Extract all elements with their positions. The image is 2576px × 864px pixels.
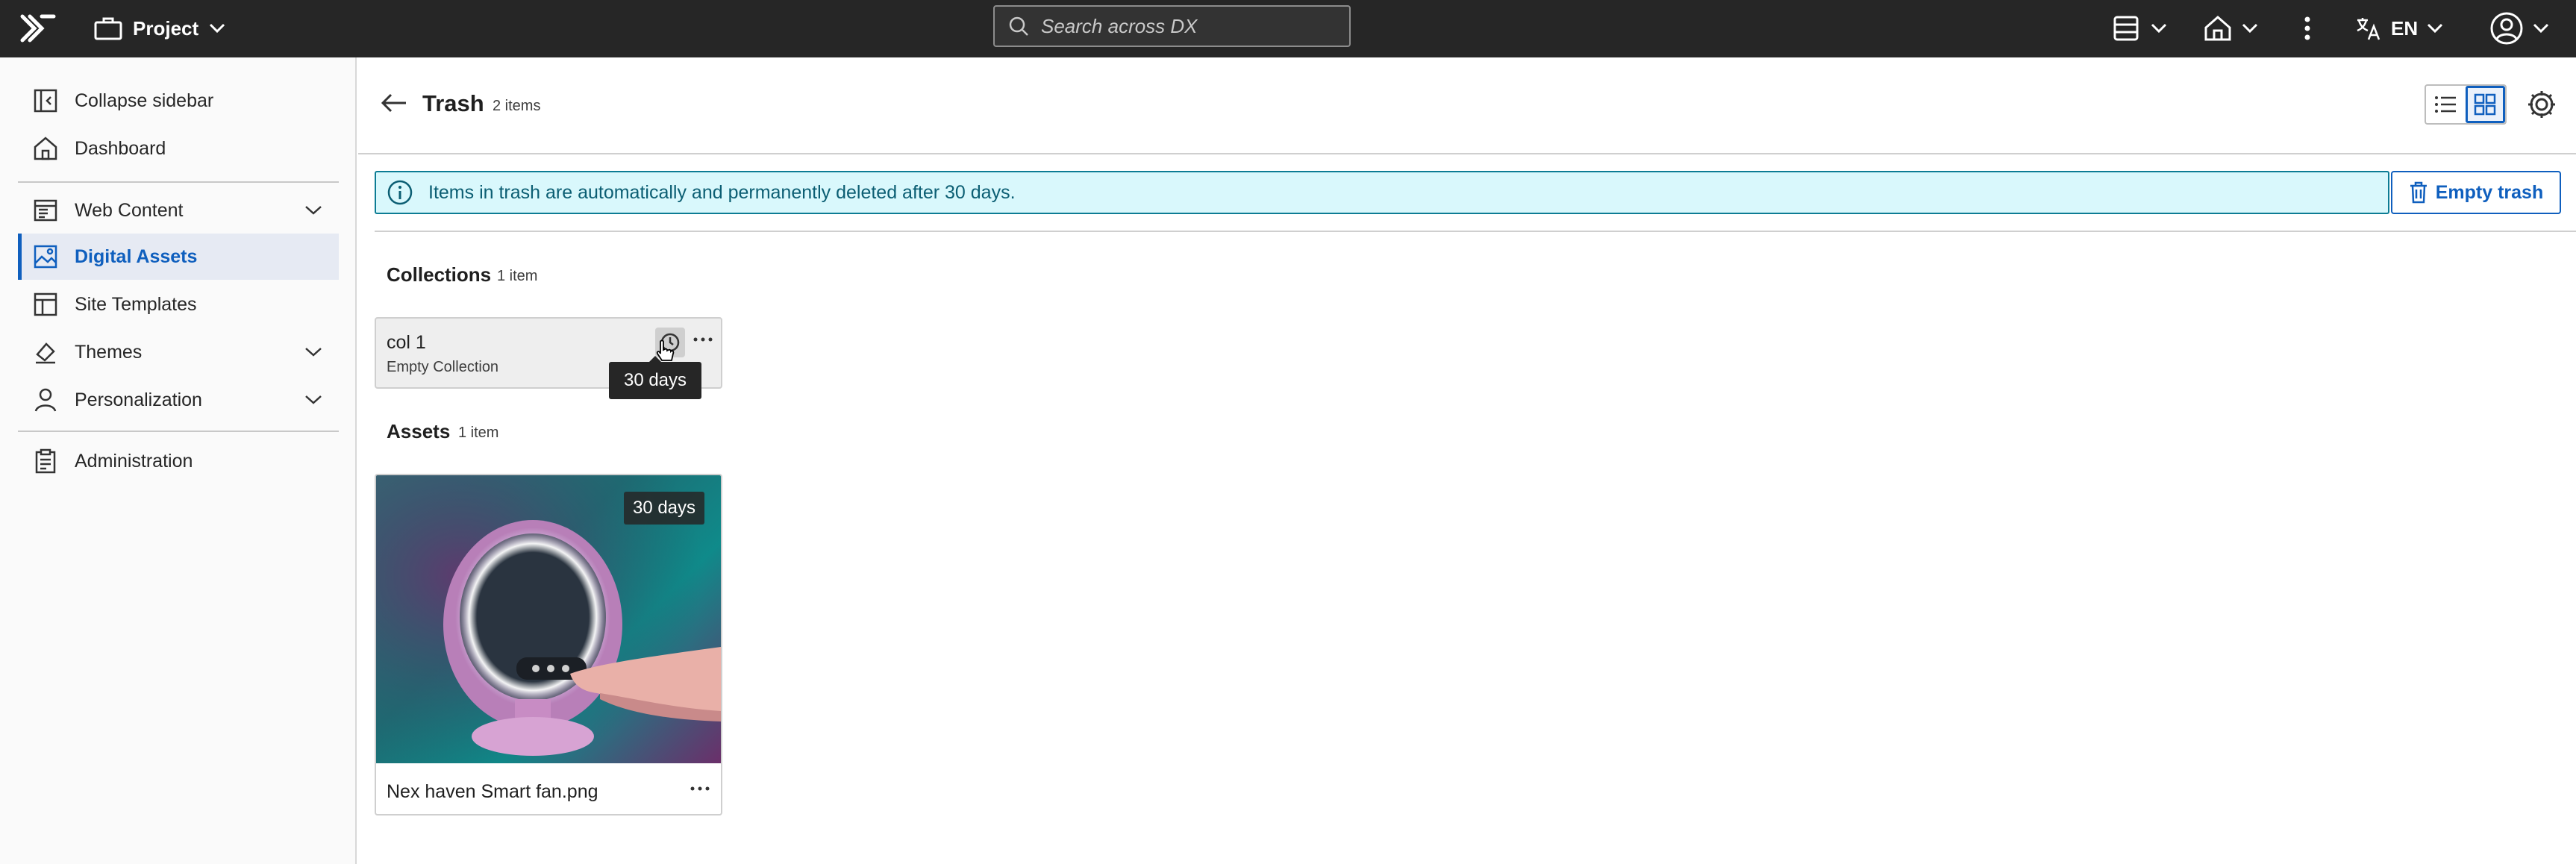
translate-icon [2357, 18, 2380, 40]
top-bar: Project Search across DX EN [0, 0, 2576, 57]
sidebar-item-personalization[interactable]: Personalization [18, 377, 339, 423]
banner-message: Items in trash are automatically and per… [428, 181, 1016, 203]
sidebar-item-web-content[interactable]: Web Content [18, 187, 339, 234]
chevron-down-icon [305, 395, 322, 404]
web-content-icon [34, 199, 57, 222]
collapse-sidebar-icon [34, 89, 57, 113]
list-view-button[interactable] [2426, 86, 2466, 123]
chevron-down-icon [2242, 23, 2258, 34]
sidebar-item-label: Collapse sidebar [75, 90, 214, 111]
briefcase-icon [94, 17, 122, 40]
collection-name: col 1 [387, 332, 426, 353]
assets-count: 1 item [458, 425, 499, 441]
header-divider [358, 153, 2576, 154]
info-banner: Items in trash are automatically and per… [375, 171, 2389, 214]
back-arrow-icon[interactable] [381, 92, 407, 114]
language-label: EN [2391, 16, 2419, 40]
chevron-down-icon [2151, 23, 2167, 34]
gear-icon[interactable] [2526, 89, 2557, 120]
grid-icon [2475, 93, 2496, 116]
asset-name: Nex haven Smart fan.png [387, 781, 598, 802]
sidebar-item-collapse[interactable]: Collapse sidebar [18, 78, 339, 124]
user-avatar-icon [2490, 12, 2523, 45]
page-title: Trash [422, 90, 484, 116]
chevron-down-icon [210, 23, 225, 34]
sidebar-divider [18, 181, 339, 183]
kebab-menu-icon [2304, 16, 2310, 40]
search-input[interactable]: Search across DX [993, 5, 1351, 47]
home-icon [34, 137, 57, 160]
project-selector[interactable]: Project [94, 10, 225, 46]
sidebar-item-label: Dashboard [75, 137, 166, 159]
expiry-tooltip: 30 days [609, 356, 701, 399]
clipboard-icon [35, 448, 56, 474]
person-icon [34, 388, 57, 412]
sidebar-item-site-templates[interactable]: Site Templates [18, 281, 339, 328]
sidebar: Collapse sidebar Dashboard Web Content D… [0, 57, 357, 864]
sidebar-item-label: Site Templates [75, 293, 197, 315]
more-options-button[interactable] [2298, 9, 2316, 48]
dx-logo-icon[interactable] [19, 10, 57, 46]
sidebar-divider [18, 431, 339, 432]
asset-card[interactable]: 30 days Nex haven Smart fan.png [375, 474, 722, 816]
chevron-down-icon [2427, 23, 2443, 34]
home-menu-button[interactable] [2203, 9, 2258, 48]
empty-trash-label: Empty trash [2435, 181, 2544, 203]
paint-icon [36, 342, 55, 364]
image-icon [34, 245, 57, 269]
search-placeholder: Search across DX [1041, 14, 1198, 37]
sidebar-item-label: Themes [75, 341, 143, 363]
content-manager-icon [2113, 16, 2139, 41]
grid-view-button[interactable] [2465, 86, 2505, 123]
content-divider [375, 231, 2576, 232]
list-icon [2435, 96, 2457, 113]
user-menu-button[interactable] [2489, 9, 2549, 48]
info-icon [387, 180, 413, 205]
main-content: Trash 2 items Items in trash are automat… [358, 57, 2576, 864]
asset-thumbnail: 30 days [376, 475, 721, 763]
home-icon [2204, 16, 2231, 41]
sidebar-item-label: Personalization [75, 389, 202, 410]
content-menu-button[interactable] [2112, 9, 2167, 48]
collection-subtitle: Empty Collection [387, 359, 499, 375]
template-icon [34, 292, 57, 316]
chevron-down-icon [305, 348, 322, 357]
item-count: 2 items [493, 98, 541, 114]
language-selector[interactable]: EN [2355, 9, 2443, 48]
sidebar-item-label: Web Content [75, 199, 184, 221]
more-horizontal-icon[interactable] [690, 784, 710, 793]
more-horizontal-icon[interactable] [693, 335, 713, 344]
sidebar-item-administration[interactable]: Administration [18, 438, 339, 484]
sidebar-item-digital-assets[interactable]: Digital Assets [18, 234, 339, 280]
assets-title: Assets [387, 420, 451, 442]
sidebar-item-label: Digital Assets [75, 245, 198, 267]
expiry-badge: 30 days [624, 492, 704, 525]
collections-title: Collections [387, 263, 492, 286]
search-icon [1009, 16, 1028, 36]
empty-trash-button[interactable]: Empty trash [2391, 171, 2561, 214]
sidebar-item-label: Administration [75, 450, 193, 472]
chevron-down-icon [2533, 23, 2549, 34]
chevron-down-icon [305, 206, 322, 215]
sidebar-item-themes[interactable]: Themes [18, 329, 339, 375]
sidebar-item-dashboard[interactable]: Dashboard [18, 125, 339, 172]
collections-count: 1 item [497, 268, 538, 284]
view-toggle [2425, 84, 2507, 125]
trash-icon [2410, 181, 2427, 204]
project-label: Project [133, 16, 199, 40]
